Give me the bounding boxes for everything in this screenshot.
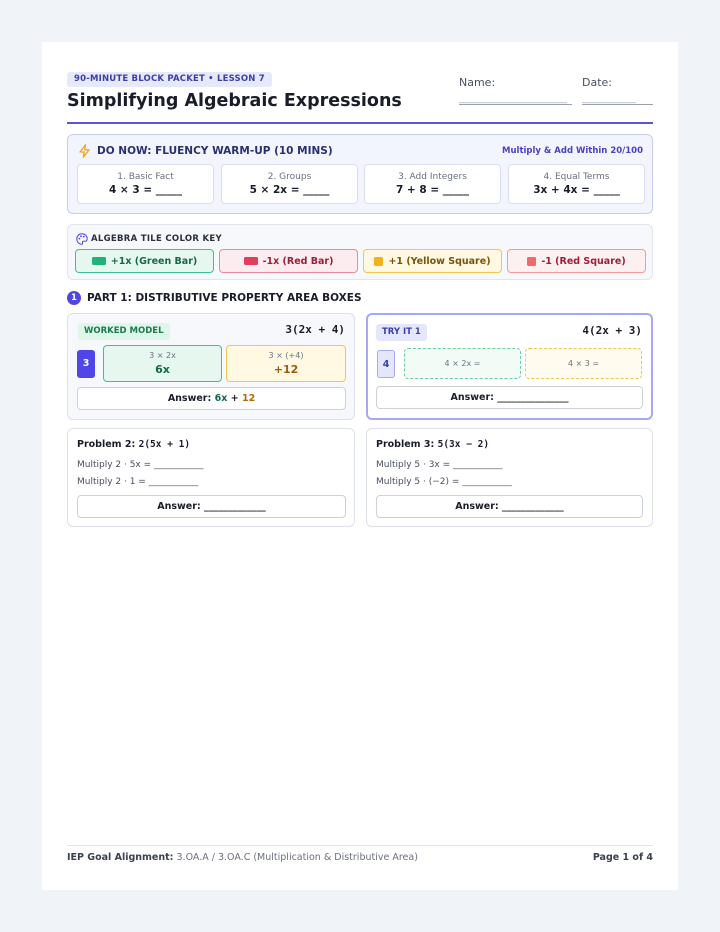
answer-x-term: 6x — [214, 393, 228, 404]
problem-2-box: Problem 2: 2(5x + 1) Multiply 2 · 5x = _… — [67, 428, 355, 527]
key-chip-green-bar: +1x (Green Bar) — [75, 249, 214, 273]
part-title: PART 1: DISTRIBUTIVE PROPERTY AREA BOXES — [87, 292, 362, 304]
header-divider — [67, 122, 653, 124]
problem-answer[interactable]: Answer: _____________ — [77, 495, 346, 518]
cell-prompt: 4 × 2x = — [444, 359, 481, 368]
color-key-title: ALGEBRA TILE COLOR KEY — [91, 234, 222, 244]
area-cell-constant[interactable]: 4 × 3 = — [525, 348, 642, 379]
area-factor: 4 — [377, 350, 395, 378]
do-now-title: DO NOW: FLUENCY WARM-UP (10 MINS) — [97, 145, 333, 157]
fluency-card-label: 1. Basic Fact — [117, 172, 174, 182]
cell-product: +12 — [273, 363, 299, 376]
fluency-card: 3. Add Integers 7 + 8 = _____ — [364, 164, 501, 204]
name-blank[interactable]: ________________________ — [459, 94, 572, 105]
key-chip-red-bar: -1x (Red Bar) — [219, 249, 358, 273]
worked-model-expression: 3(2x + 4) — [285, 323, 345, 336]
problem-step[interactable]: Multiply 2 · 5x = ___________ — [77, 460, 204, 470]
answer-label: Answer: — [167, 393, 212, 404]
date-label: Date: — [582, 76, 612, 89]
problem-expression: 5(3x − 2) — [437, 439, 490, 450]
problem-expression: 2(5x + 1) — [138, 439, 191, 450]
red-bar-swatch — [243, 257, 258, 265]
area-cell-x-term: 3 × 2x 6x — [103, 345, 222, 382]
fluency-card-question: 3x + 4x = _____ — [533, 184, 620, 196]
area-cell-x-term[interactable]: 4 × 2x = — [404, 348, 521, 379]
try-it-expression: 4(2x + 3) — [582, 324, 642, 337]
fluency-card-label: 2. Groups — [267, 172, 312, 182]
footer-divider — [67, 845, 653, 846]
key-chip-label: -1x (Red Bar) — [262, 255, 334, 267]
worksheet-page: 90-MINUTE BLOCK PACKET • LESSON 7 Simpli… — [42, 42, 678, 890]
color-key-section: ALGEBRA TILE COLOR KEY +1x (Green Bar) -… — [67, 224, 653, 280]
fluency-card: 4. Equal Terms 3x + 4x = _____ — [508, 164, 645, 204]
problem-step[interactable]: Multiply 2 · 1 = ___________ — [77, 477, 198, 487]
fluency-card-label: 4. Equal Terms — [543, 172, 610, 182]
cell-work: 3 × 2x — [149, 351, 176, 360]
cell-work: 3 × (+4) — [268, 351, 304, 360]
name-label: Name: — [459, 76, 496, 89]
lesson-tag: 90-MINUTE BLOCK PACKET • LESSON 7 — [67, 72, 272, 87]
try-it-box: TRY IT 1 4(2x + 3) 4 4 × 2x = 4 × 3 = An… — [366, 313, 653, 420]
footer-goal: IEP Goal Alignment: 3.OA.A / 3.OA.C (Mul… — [67, 852, 418, 863]
answer-plus: + — [230, 393, 239, 404]
key-chip-label: +1x (Green Bar) — [110, 255, 198, 267]
key-chip-red-square: -1 (Red Square) — [507, 249, 646, 273]
palette-icon — [76, 233, 88, 245]
do-now-subtitle: Multiply & Add Within 20/100 — [502, 146, 643, 156]
part-number-badge: 1 — [67, 291, 81, 305]
date-blank[interactable]: ____________ — [582, 94, 653, 105]
worked-model-box: WORKED MODEL 3(2x + 4) 3 3 × 2x 6x 3 × (… — [67, 313, 355, 420]
fluency-card: 1. Basic Fact 4 × 3 = _____ — [77, 164, 214, 204]
fluency-card: 2. Groups 5 × 2x = _____ — [221, 164, 358, 204]
fluency-card-question: 5 × 2x = _____ — [249, 184, 330, 196]
try-it-answer[interactable]: Answer: _______________ — [376, 386, 643, 409]
lightning-icon — [79, 144, 90, 158]
problem-label: Problem 2: — [77, 439, 136, 450]
try-it-badge: TRY IT 1 — [376, 324, 427, 341]
area-factor: 3 — [77, 350, 95, 378]
problem-label: Problem 3: — [376, 439, 435, 450]
footer-goal-label: IEP Goal Alignment: — [67, 852, 174, 863]
yellow-square-swatch — [374, 256, 384, 266]
key-chip-label: -1 (Red Square) — [541, 255, 626, 267]
problem-title: Problem 3: 5(3x − 2) — [376, 439, 489, 450]
page-title: Simplifying Algebraic Expressions — [67, 91, 402, 111]
red-square-swatch — [527, 256, 537, 266]
worked-model-answer: Answer: 6x + 12 — [77, 387, 346, 410]
cell-prompt: 4 × 3 = — [567, 359, 600, 368]
problem-title: Problem 2: 2(5x + 1) — [77, 439, 190, 450]
key-chip-label: +1 (Yellow Square) — [388, 255, 491, 267]
do-now-section: DO NOW: FLUENCY WARM-UP (10 MINS) Multip… — [67, 134, 653, 214]
page-number: Page 1 of 4 — [592, 852, 653, 863]
problem-3-box: Problem 3: 5(3x − 2) Multiply 5 · 3x = _… — [366, 428, 653, 527]
worked-model-badge: WORKED MODEL — [78, 323, 170, 340]
problem-step[interactable]: Multiply 5 · 3x = ___________ — [376, 460, 503, 470]
fluency-card-question: 4 × 3 = _____ — [108, 184, 183, 196]
fluency-card-question: 7 + 8 = _____ — [395, 184, 470, 196]
green-bar-swatch — [91, 257, 106, 265]
cell-product: 6x — [155, 363, 170, 376]
key-chip-yellow-square: +1 (Yellow Square) — [363, 249, 502, 273]
problem-answer[interactable]: Answer: _____________ — [376, 495, 643, 518]
fluency-card-label: 3. Add Integers — [398, 172, 467, 182]
answer-constant: 12 — [241, 393, 256, 404]
area-cell-constant: 3 × (+4) +12 — [226, 345, 346, 382]
problem-step[interactable]: Multiply 5 · (−2) = ___________ — [376, 477, 512, 487]
footer-goal-text: 3.OA.A / 3.OA.C (Multiplication & Distri… — [176, 852, 418, 863]
